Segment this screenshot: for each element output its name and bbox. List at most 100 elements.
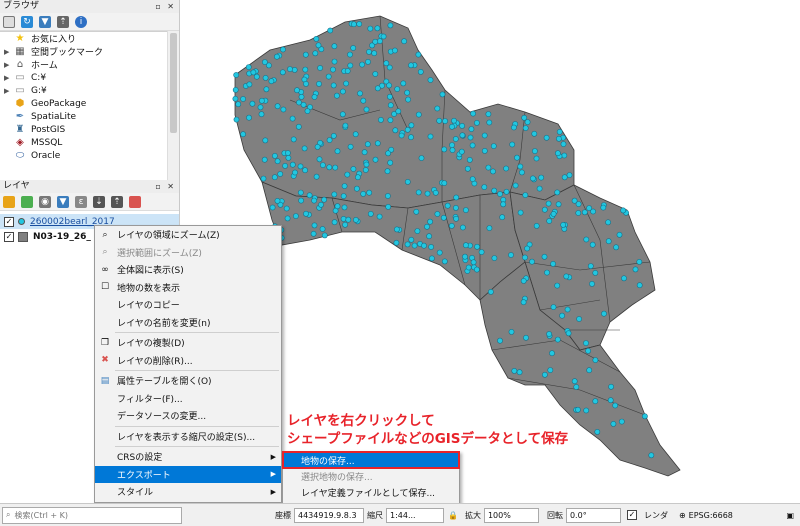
browser-item[interactable]: ★ お気に入り [0,32,167,45]
blank-icon [99,316,111,328]
layer-visibility-checkbox[interactable]: ✓ [4,231,14,242]
export-submenu-item[interactable]: 選択地物の保存... [283,468,459,484]
filter-legend-icon[interactable]: ▼ [57,195,69,208]
observation-point [279,69,286,76]
messages-icon[interactable]: ▣ [786,511,794,520]
attribute-table-icon: ▤ [100,375,110,386]
lock-scale-icon[interactable]: 🔒 [448,511,458,520]
context-menu-item[interactable]: フィルター(F)... [95,390,281,408]
observation-point [544,269,550,276]
collapse-all-layers-icon[interactable]: ⇡ [111,195,123,208]
coordinate-field[interactable]: 4434919.9.8.3 [294,507,364,523]
observation-point [274,103,281,110]
observation-point [418,155,425,161]
context-menu-item-label: レイヤの複製(D) [117,339,185,350]
magnifier-field[interactable]: 100% [483,507,539,523]
refresh-icon[interactable]: ↻ [21,15,33,28]
browser-tree[interactable]: ★ お気に入り ▶ ▦ 空間ブックマーク ▶ ⌂ ホーム ▶ ▭ C:¥ ▶ ▭ G:¥ ⬢ GeoPacka… [0,31,167,180]
panel-float-close-icon[interactable]: ▫ ✕ [155,0,176,13]
status-bar: ⌕ 検索(Ctrl + K) 座標 4434919.9.8.3 縮尺 1:44.… [0,503,800,526]
browser-item[interactable]: ▶ ▭ C:¥ [0,71,167,84]
observation-point [302,66,309,73]
context-menu-item[interactable]: ∞ 全体図に表示(S) [95,261,281,279]
filter-expression-icon[interactable]: ε [75,195,87,208]
observation-point [473,120,480,126]
browser-item[interactable]: ◈ MSSQL [0,136,167,149]
observation-point [459,123,465,129]
observation-point [287,66,293,72]
locator-search-input[interactable]: ⌕ 検索(Ctrl + K) [2,506,182,524]
filter-browser-icon[interactable]: ▼ [39,15,51,28]
context-menu-item[interactable]: エクスポート ▶ [95,465,281,483]
expand-arrow-icon[interactable]: ▶ [4,61,14,69]
observation-point [340,193,347,199]
context-menu-item[interactable]: レイヤを表示する縮尺の設定(S)... [95,428,281,446]
context-menu-item[interactable]: ▤ 属性テーブルを開く(O) [95,372,281,390]
layer-visibility-checkbox[interactable]: ✓ [4,216,14,227]
context-menu-item[interactable]: レイヤのコピー [95,296,281,314]
browser-item[interactable]: ▶ ▦ 空間ブックマーク [0,45,167,58]
observation-point [386,93,393,100]
observation-point [387,159,394,166]
style-layer-icon[interactable] [3,195,15,208]
expand-arrow-icon[interactable]: ▶ [4,48,14,56]
expand-all-icon[interactable]: ⇣ [93,195,105,208]
manage-visibility-icon[interactable]: ◉ [39,195,51,208]
annotation-line-2: シェープファイルなどのGISデータとして保存 [287,431,569,447]
observation-point [340,215,347,222]
layers-toolbar: ◉ ▼ ε ⇣ ⇡ [0,193,179,211]
export-submenu-item[interactable]: 地物の保存... [282,451,460,469]
expand-arrow-icon[interactable]: ▶ [4,74,14,82]
browser-item[interactable]: ▶ ⌂ ホーム [0,58,167,71]
context-menu-item[interactable]: スタイル ▶ [95,483,281,501]
context-menu-item[interactable]: ⌕ 選択範囲にズーム(Z) [95,244,281,262]
export-submenu-item[interactable]: レイヤ定義ファイルとして保存... [283,484,459,500]
magnifier-label: 拡大 [464,510,481,520]
crs-globe-icon[interactable]: ⊕ [679,511,686,520]
crs-label[interactable]: EPSG:6668 [689,511,733,520]
context-menu-item-label: スタイル [117,488,154,499]
browser-item[interactable]: ⬢ GeoPackage [0,97,167,110]
collapse-all-icon[interactable]: ⇡ [57,15,69,28]
observation-point [441,258,448,265]
observation-point [331,43,338,50]
context-menu-item[interactable]: ❐ レイヤの複製(D) [95,334,281,352]
scale-field[interactable]: 1:44... [386,507,444,523]
remove-layer-icon[interactable] [129,195,141,208]
browser-scroll-thumb[interactable] [170,33,177,133]
browser-item[interactable]: ✒ SpatiaLite [0,110,167,123]
rotation-field[interactable]: 0.0° [565,507,621,523]
properties-info-icon[interactable]: i [75,15,87,28]
observation-point [545,200,552,207]
expand-arrow-icon[interactable]: ▶ [4,87,14,95]
observation-point [246,114,252,121]
observation-point [470,110,476,117]
context-menu-item[interactable]: ⌕ レイヤの領域にズーム(Z) [95,226,281,244]
browser-item[interactable]: ⬭ Oracle [0,149,167,162]
context-menu-item[interactable]: ✖ レイヤの削除(R)... [95,352,281,370]
observation-point [404,178,411,185]
add-group-icon[interactable] [21,195,33,208]
context-menu-item-label: 全体図に表示(S) [117,266,184,277]
observation-point [411,242,418,249]
star-icon: ★ [15,33,25,44]
browser-scrollbar[interactable] [167,31,179,180]
observation-point [404,126,411,133]
context-menu-item[interactable]: ☐ 地物の数を表示 [95,279,281,297]
context-menu-item[interactable]: データソースの変更... [95,407,281,425]
observation-point [347,143,354,150]
browser-item[interactable]: ▶ ▭ G:¥ [0,84,167,97]
observation-point [600,204,607,211]
render-checkbox[interactable]: ✓ [626,510,637,520]
observation-point [632,266,639,273]
layers-panel-float-close-icon[interactable]: ▫ ✕ [155,180,176,193]
observation-point [517,209,524,216]
browser-item[interactable]: ♜ PostGIS [0,123,167,136]
observation-point [298,94,305,100]
observation-point [436,249,443,256]
context-menu-item[interactable]: レイヤの名前を変更(n) [95,314,281,332]
observation-point [339,111,346,118]
context-menu-item[interactable]: CRSの設定 ▶ [95,448,281,466]
observation-point [330,66,336,73]
add-selected-layers-icon[interactable] [3,15,15,28]
